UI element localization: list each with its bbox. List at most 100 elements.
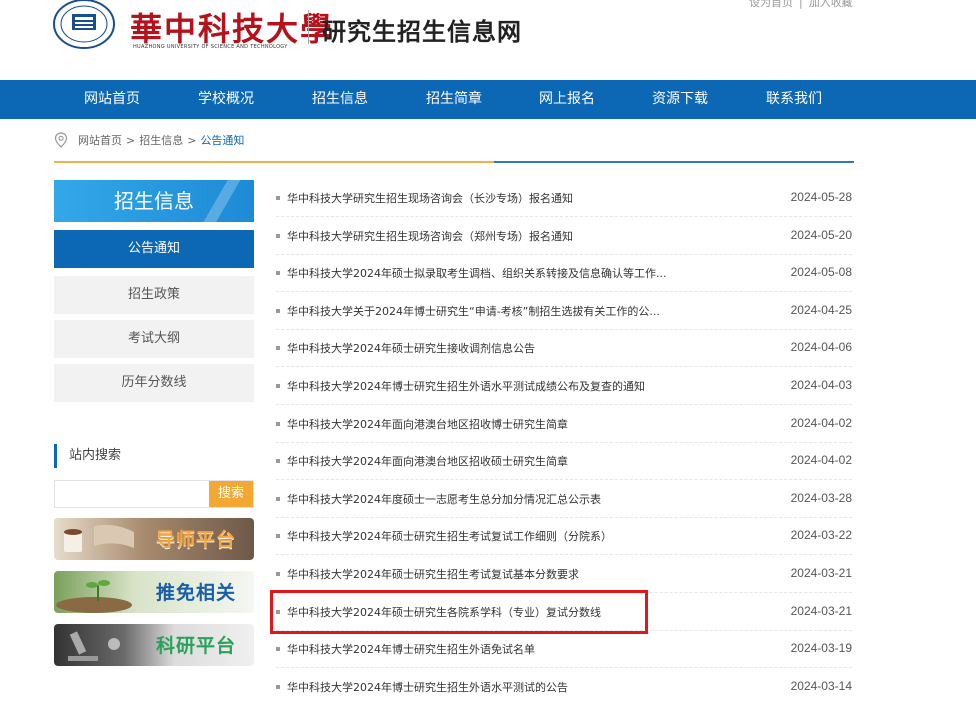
bullet-icon (276, 346, 280, 351)
sidebar-item-past-scores[interactable]: 历年分数线 (54, 364, 254, 402)
bullet-icon (276, 684, 280, 689)
nav-item-admission-info[interactable]: 招生信息 (312, 80, 368, 119)
news-date: 2024-04-25 (790, 302, 852, 317)
news-title[interactable]: 华中科技大学2024年面向港澳台地区招收硕士研究生简章 (287, 453, 568, 469)
news-item[interactable]: 华中科技大学2024年面向港澳台地区招收博士研究生简章 2024-04-02 (276, 405, 852, 443)
bullet-icon (276, 308, 280, 313)
news-date: 2024-03-21 (790, 566, 852, 580)
breadcrumb-separator: > (126, 133, 136, 147)
news-title[interactable]: 华中科技大学2024年硕士研究生招生考试复试基本分数要求 (287, 566, 579, 582)
banner-label: 科研平台 (155, 635, 236, 657)
news-date: 2024-04-03 (790, 378, 852, 392)
news-date: 2024-03-28 (790, 490, 852, 505)
bullet-icon (276, 572, 280, 576)
sidebar-title-decoration (194, 180, 254, 222)
news-title[interactable]: 华中科技大学研究生招生现场咨询会（郑州专场）报名通知 (287, 228, 573, 244)
news-item[interactable]: 华中科技大学2024年博士研究生招生外语水平测试的公告 2024-03-14 (276, 668, 852, 704)
news-date: 2024-05-08 (790, 265, 852, 280)
banner-label: 导师平台 (155, 529, 236, 551)
news-title[interactable]: 华中科技大学2024年博士研究生招生外语水平测试的公告 (287, 679, 568, 695)
banner-label: 推免相关 (155, 582, 236, 604)
banner-supervisor-platform[interactable]: 导师平台 (54, 518, 254, 560)
bullet-icon (276, 196, 280, 200)
breadcrumb-current: 公告通知 (200, 134, 245, 147)
plant-hands-illustration (56, 580, 132, 613)
site-search-label: 站内搜索 (54, 444, 121, 468)
news-item[interactable]: 华中科技大学研究生招生现场咨询会（长沙专场）报名通知 2024-05-28 (276, 179, 852, 217)
nav-item-brochure[interactable]: 招生简章 (426, 80, 482, 119)
bullet-icon (276, 233, 280, 238)
header-divider (308, 10, 309, 44)
news-item[interactable]: 华中科技大学关于2024年博士研究生“申请-考核”制招生选拔有关工作的公... 2… (276, 292, 852, 330)
news-date: 2024-04-02 (790, 415, 852, 430)
news-title[interactable]: 华中科技大学研究生招生现场咨询会（长沙专场）报名通知 (287, 190, 573, 206)
sidebar-title: 招生信息 (54, 180, 254, 222)
nav-item-contact[interactable]: 联系我们 (766, 80, 822, 119)
search-input[interactable] (55, 481, 211, 507)
news-title[interactable]: 华中科技大学2024年硕士拟录取考生调档、组织关系转接及信息确认等工作... (287, 265, 666, 281)
banner-research-platform[interactable]: 科研平台 (54, 624, 254, 666)
breadcrumb-divider-blue (494, 161, 854, 163)
breadcrumb-divider-orange (54, 161, 494, 163)
nav-item-downloads[interactable]: 资源下载 (652, 80, 708, 119)
news-item[interactable]: 华中科技大学2024年硕士研究生接收调剂信息公告 2024-04-06 (276, 329, 852, 368)
site-search-box: 搜索 (54, 480, 254, 508)
news-item[interactable]: 华中科技大学研究生招生现场咨询会（郑州专场）报名通知 2024-05-20 (276, 217, 852, 255)
sidebar-item-policy[interactable]: 招生政策 (54, 276, 254, 314)
news-date: 2024-03-21 (790, 603, 852, 618)
site-header: 華中科技大學 HUAZHONG UNIVERSITY OF SCIENCE AN… (0, 0, 976, 78)
nav-item-online-registration[interactable]: 网上报名 (539, 80, 595, 119)
news-title[interactable]: 华中科技大学2024年硕士研究生招生考试复试工作细则（分院系） (287, 528, 612, 544)
news-title[interactable]: 华中科技大学2024年面向港澳台地区招收博士研究生简章 (287, 416, 568, 432)
bullet-icon (276, 384, 280, 388)
microscope-illustration (68, 631, 120, 661)
news-item[interactable]: 华中科技大学2024年硕士拟录取考生调档、组织关系转接及信息确认等工作... 20… (276, 254, 852, 293)
nav-item-home[interactable]: 网站首页 (84, 80, 140, 119)
bullet-icon (276, 459, 280, 464)
news-item[interactable]: 华中科技大学2024年博士研究生招生外语水平测试成绩公布及复查的通知 2024-0… (276, 367, 852, 405)
nav-item-about[interactable]: 学校概况 (198, 80, 254, 119)
breadcrumb-separator: > (187, 133, 197, 147)
bullet-icon (276, 421, 280, 426)
coffee-cup-illustration (64, 524, 134, 552)
search-button[interactable]: 搜索 (209, 481, 253, 507)
news-date: 2024-03-22 (790, 528, 852, 543)
location-pin-icon (54, 132, 68, 148)
news-date: 2024-03-19 (790, 641, 852, 656)
news-title[interactable]: 华中科技大学2024年度硕士一志愿考生总分加分情况汇总公示表 (287, 491, 601, 507)
news-item[interactable]: 华中科技大学2024年硕士研究生招生考试复试工作细则（分院系） 2024-03-2… (276, 517, 852, 556)
bullet-icon (276, 609, 280, 614)
news-item[interactable]: 华中科技大学2024年面向港澳台地区招收硕士研究生简章 2024-04-02 (276, 442, 852, 481)
set-home-link[interactable]: 设为首页 (749, 0, 793, 9)
news-item[interactable]: 华中科技大学2024年博士研究生招生外语免试名单 2024-03-19 (276, 630, 852, 669)
news-title[interactable]: 华中科技大学2024年博士研究生招生外语免试名单 (287, 641, 535, 657)
news-title[interactable]: 华中科技大学2024年博士研究生招生外语水平测试成绩公布及复查的通知 (287, 378, 645, 394)
sidebar-title-text: 招生信息 (114, 189, 194, 213)
news-item[interactable]: 华中科技大学2024年度硕士一志愿考生总分加分情况汇总公示表 2024-03-28 (276, 480, 852, 518)
breadcrumb-section[interactable]: 招生信息 (139, 132, 183, 148)
news-title[interactable]: 华中科技大学关于2024年博士研究生“申请-考核”制招生选拔有关工作的公... (287, 303, 660, 319)
sidebar-item-announcements[interactable]: 公告通知 (54, 230, 254, 268)
news-date: 2024-04-06 (790, 340, 852, 355)
news-title[interactable]: 华中科技大学2024年硕士研究生接收调剂信息公告 (287, 340, 535, 356)
news-date: 2024-04-02 (790, 453, 852, 468)
university-name-en: HUAZHONG UNIVERSITY OF SCIENCE AND TECHN… (133, 44, 288, 50)
top-links-separator: | (799, 0, 803, 9)
bullet-icon (276, 271, 280, 276)
news-item[interactable]: 华中科技大学2024年硕士研究生各院系学科（专业）复试分数线 2024-03-21 (276, 593, 852, 631)
banner-recommendation[interactable]: 推免相关 (54, 571, 254, 613)
news-date: 2024-05-28 (790, 190, 852, 204)
news-date: 2024-05-20 (790, 227, 852, 242)
site-title: 研究生招生信息网 (322, 17, 522, 46)
university-seal-icon[interactable] (52, 0, 116, 52)
bullet-icon (276, 647, 280, 652)
breadcrumb: 网站首页 > 招生信息 > 公告通知 (54, 132, 244, 148)
news-title[interactable]: 华中科技大学2024年硕士研究生各院系学科（专业）复试分数线 (287, 604, 601, 620)
bullet-icon (276, 534, 280, 539)
top-links: 设为首页 | 加入收藏 (749, 0, 853, 10)
news-item[interactable]: 华中科技大学2024年硕士研究生招生考试复试基本分数要求 2024-03-21 (276, 555, 852, 593)
sidebar-item-exam-syllabus[interactable]: 考试大纲 (54, 320, 254, 358)
bullet-icon (276, 496, 280, 501)
add-favorite-link[interactable]: 加入收藏 (809, 0, 853, 9)
breadcrumb-home[interactable]: 网站首页 (78, 132, 122, 148)
